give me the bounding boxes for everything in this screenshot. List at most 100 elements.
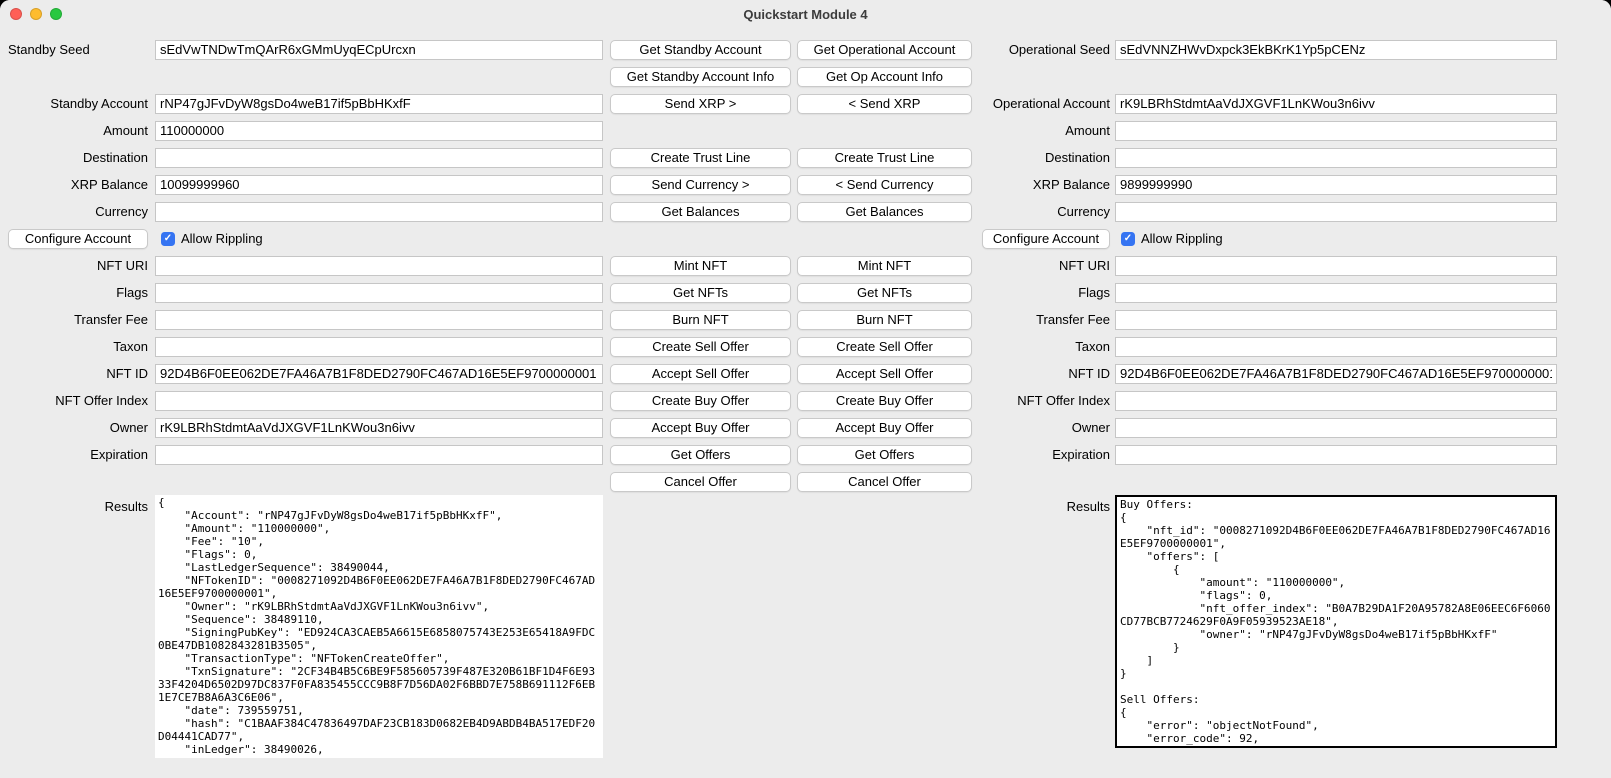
operational-transfer-fee-label: Transfer Fee xyxy=(982,312,1110,327)
standby-results-label: Results xyxy=(8,499,148,514)
send-xrp-left-button[interactable]: < Send XRP xyxy=(797,94,972,114)
operational-destination-label: Destination xyxy=(982,150,1110,165)
standby-currency-label: Currency xyxy=(8,204,148,219)
row-cancel-offer: Cancel Offer Cancel Offer xyxy=(0,468,1611,495)
get-standby-account-info-button[interactable]: Get Standby Account Info xyxy=(610,67,791,87)
standby-expiration-input[interactable] xyxy=(155,445,603,465)
operational-balance-label: XRP Balance xyxy=(982,177,1110,192)
operational-transfer-fee-input[interactable] xyxy=(1115,310,1557,330)
operational-owner-label: Owner xyxy=(982,420,1110,435)
operational-balance-input[interactable] xyxy=(1115,175,1557,195)
standby-transfer-fee-input[interactable] xyxy=(155,310,603,330)
mint-nft-right-button[interactable]: Mint NFT xyxy=(797,256,972,276)
create-buy-offer-left-button[interactable]: Create Buy Offer xyxy=(610,391,791,411)
cancel-offer-left-button[interactable]: Cancel Offer xyxy=(610,472,791,492)
row-nft-uri: NFT URI Mint NFT Mint NFT NFT URI xyxy=(0,252,1611,279)
standby-allow-rippling-checkbox[interactable]: ✓ Allow Rippling xyxy=(155,231,603,246)
create-trust-line-left-button[interactable]: Create Trust Line xyxy=(610,148,791,168)
zoom-button[interactable] xyxy=(50,8,62,20)
standby-destination-label: Destination xyxy=(8,150,148,165)
create-sell-offer-right-button[interactable]: Create Sell Offer xyxy=(797,337,972,357)
get-nfts-right-button[interactable]: Get NFTs xyxy=(797,283,972,303)
operational-expiration-label: Expiration xyxy=(982,447,1110,462)
get-nfts-left-button[interactable]: Get NFTs xyxy=(610,283,791,303)
operational-nft-uri-input[interactable] xyxy=(1115,256,1557,276)
standby-nft-id-input[interactable] xyxy=(155,364,603,384)
operational-account-input[interactable] xyxy=(1115,94,1557,114)
send-currency-right-button[interactable]: Send Currency > xyxy=(610,175,791,195)
standby-flags-input[interactable] xyxy=(155,283,603,303)
operational-seed-input[interactable] xyxy=(1115,40,1557,60)
row-xrp-balance: XRP Balance Send Currency > < Send Curre… xyxy=(0,171,1611,198)
operational-flags-input[interactable] xyxy=(1115,283,1557,303)
operational-results-textarea[interactable]: Buy Offers: { "nft_id": "0008271092D4B6F… xyxy=(1115,495,1557,748)
row-seed: Standby Seed Get Standby Account Get Ope… xyxy=(0,36,1611,63)
create-trust-line-right-button[interactable]: Create Trust Line xyxy=(797,148,972,168)
operational-owner-input[interactable] xyxy=(1115,418,1557,438)
standby-nft-uri-input[interactable] xyxy=(155,256,603,276)
create-buy-offer-right-button[interactable]: Create Buy Offer xyxy=(797,391,972,411)
get-op-account-info-button[interactable]: Get Op Account Info xyxy=(797,67,972,87)
operational-allow-rippling-checkbox[interactable]: ✓ Allow Rippling xyxy=(1115,231,1557,246)
standby-offer-index-input[interactable] xyxy=(155,391,603,411)
row-nft-id: NFT ID Accept Sell Offer Accept Sell Off… xyxy=(0,360,1611,387)
standby-account-label: Standby Account xyxy=(8,96,148,111)
operational-taxon-label: Taxon xyxy=(982,339,1110,354)
get-balances-right-button[interactable]: Get Balances xyxy=(797,202,972,222)
burn-nft-right-button[interactable]: Burn NFT xyxy=(797,310,972,330)
burn-nft-left-button[interactable]: Burn NFT xyxy=(610,310,791,330)
operational-amount-input[interactable] xyxy=(1115,121,1557,141)
mint-nft-left-button[interactable]: Mint NFT xyxy=(610,256,791,276)
window-title: Quickstart Module 4 xyxy=(743,7,867,22)
standby-configure-account-button[interactable]: Configure Account xyxy=(8,229,148,249)
form-area: Standby Seed Get Standby Account Get Ope… xyxy=(0,28,1611,758)
row-amount: Amount Amount xyxy=(0,117,1611,144)
close-button[interactable] xyxy=(10,8,22,20)
app-window: Quickstart Module 4 Standby Seed Get Sta… xyxy=(0,0,1611,778)
accept-buy-offer-right-button[interactable]: Accept Buy Offer xyxy=(797,418,972,438)
standby-owner-input[interactable] xyxy=(155,418,603,438)
operational-currency-input[interactable] xyxy=(1115,202,1557,222)
standby-balance-input[interactable] xyxy=(155,175,603,195)
accept-sell-offer-right-button[interactable]: Accept Sell Offer xyxy=(797,364,972,384)
operational-flags-label: Flags xyxy=(982,285,1110,300)
standby-nft-id-label: NFT ID xyxy=(8,366,148,381)
row-taxon: Taxon Create Sell Offer Create Sell Offe… xyxy=(0,333,1611,360)
row-currency: Currency Get Balances Get Balances Curre… xyxy=(0,198,1611,225)
get-standby-account-button[interactable]: Get Standby Account xyxy=(610,40,791,60)
standby-results-textarea[interactable]: { "Account": "rNP47gJFvDyW8gsDo4weB17if5… xyxy=(155,495,603,758)
send-xrp-right-button[interactable]: Send XRP > xyxy=(610,94,791,114)
standby-taxon-label: Taxon xyxy=(8,339,148,354)
get-operational-account-button[interactable]: Get Operational Account xyxy=(797,40,972,60)
operational-nft-id-input[interactable] xyxy=(1115,364,1557,384)
cancel-offer-right-button[interactable]: Cancel Offer xyxy=(797,472,972,492)
operational-destination-input[interactable] xyxy=(1115,148,1557,168)
operational-offer-index-input[interactable] xyxy=(1115,391,1557,411)
standby-currency-input[interactable] xyxy=(155,202,603,222)
standby-allow-rippling-label: Allow Rippling xyxy=(181,231,263,246)
get-offers-left-button[interactable]: Get Offers xyxy=(610,445,791,465)
send-currency-left-button[interactable]: < Send Currency xyxy=(797,175,972,195)
row-flags: Flags Get NFTs Get NFTs Flags xyxy=(0,279,1611,306)
operational-account-label: Operational Account xyxy=(982,96,1110,111)
standby-seed-input[interactable] xyxy=(155,40,603,60)
standby-destination-input[interactable] xyxy=(155,148,603,168)
operational-seed-label: Operational Seed xyxy=(982,42,1110,57)
operational-taxon-input[interactable] xyxy=(1115,337,1557,357)
operational-expiration-input[interactable] xyxy=(1115,445,1557,465)
accept-sell-offer-left-button[interactable]: Accept Sell Offer xyxy=(610,364,791,384)
checkbox-checked-icon[interactable]: ✓ xyxy=(161,232,175,246)
row-owner: Owner Accept Buy Offer Accept Buy Offer … xyxy=(0,414,1611,441)
create-sell-offer-left-button[interactable]: Create Sell Offer xyxy=(610,337,791,357)
row-transfer-fee: Transfer Fee Burn NFT Burn NFT Transfer … xyxy=(0,306,1611,333)
operational-configure-account-button[interactable]: Configure Account xyxy=(982,229,1110,249)
get-balances-left-button[interactable]: Get Balances xyxy=(610,202,791,222)
get-offers-right-button[interactable]: Get Offers xyxy=(797,445,972,465)
row-configure: Configure Account ✓ Allow Rippling Confi… xyxy=(0,225,1611,252)
checkbox-checked-icon[interactable]: ✓ xyxy=(1121,232,1135,246)
standby-amount-input[interactable] xyxy=(155,121,603,141)
standby-account-input[interactable] xyxy=(155,94,603,114)
accept-buy-offer-left-button[interactable]: Accept Buy Offer xyxy=(610,418,791,438)
standby-taxon-input[interactable] xyxy=(155,337,603,357)
minimize-button[interactable] xyxy=(30,8,42,20)
